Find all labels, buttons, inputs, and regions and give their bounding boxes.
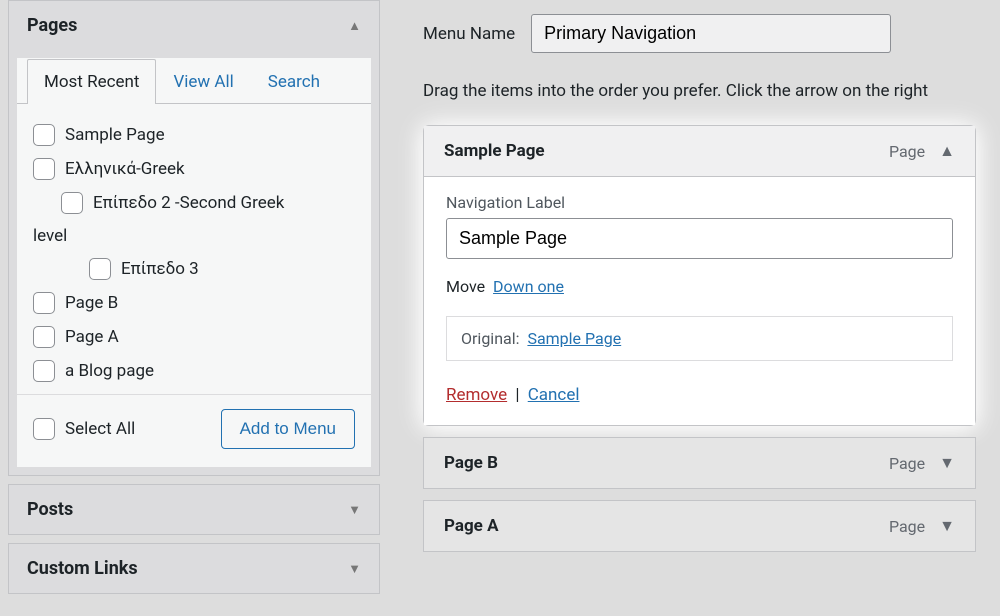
page-item: Επίπεδο 2 -Second Greek [33, 186, 355, 220]
page-item: Επίπεδο 3 [33, 252, 355, 286]
pages-tabs: Most Recent View All Search [17, 58, 371, 104]
collapse-down-icon: ▼ [348, 561, 361, 577]
metabox-custom-links: Custom Links ▼ [8, 543, 380, 594]
move-label: Move [446, 277, 485, 296]
page-label: Page A [65, 327, 119, 347]
menu-item-page-a[interactable]: Page A Page ▼ [423, 500, 976, 552]
select-all-checkbox[interactable] [33, 418, 55, 440]
pages-list: Sample Page Ελληνικά-Greek Επίπεδο 2 -Se… [17, 104, 371, 394]
metabox-pages-header[interactable]: Pages ▲ [9, 1, 379, 50]
collapse-up-icon: ▲ [348, 18, 361, 34]
page-checkbox[interactable] [33, 124, 55, 146]
page-item: Sample Page [33, 118, 355, 152]
tab-most-recent[interactable]: Most Recent [27, 59, 156, 104]
page-item: Page B [33, 286, 355, 320]
page-checkbox[interactable] [33, 360, 55, 382]
metabox-posts: Posts ▼ [8, 484, 380, 535]
collapse-up-icon: ▲ [939, 141, 955, 161]
metabox-posts-title: Posts [27, 499, 73, 520]
menu-name-row: Menu Name [423, 0, 1000, 71]
menu-item-sample-page[interactable]: Sample Page Page ▲ Navigation Label Move… [423, 125, 976, 426]
move-row: Move Down one [446, 277, 953, 296]
nav-label-title: Navigation Label [446, 193, 953, 212]
page-checkbox[interactable] [33, 158, 55, 180]
page-checkbox[interactable] [33, 326, 55, 348]
menu-item-title: Page B [444, 453, 498, 473]
page-label: Ελληνικά-Greek [65, 159, 185, 179]
menu-item-type-label: Page [889, 517, 925, 536]
original-link[interactable]: Sample Page [527, 329, 621, 348]
menu-item-type-label: Page [889, 142, 925, 161]
page-checkbox[interactable] [61, 192, 83, 214]
nav-label-input[interactable] [446, 218, 953, 259]
metabox-pages: Pages ▲ Most Recent View All Search Samp… [8, 0, 380, 476]
select-all-row: Select All [33, 418, 135, 440]
metabox-custom-links-header[interactable]: Custom Links ▼ [9, 544, 379, 593]
menu-name-label: Menu Name [423, 24, 515, 44]
page-item: a Blog page [33, 354, 355, 388]
page-item: Ελληνικά-Greek [33, 152, 355, 186]
page-label-continuation: level [33, 220, 355, 252]
page-label: Επίπεδο 2 -Second Greek [93, 193, 284, 213]
collapse-down-icon: ▼ [348, 502, 361, 518]
page-label: Επίπεδο 3 [121, 259, 199, 279]
collapse-down-icon: ▼ [939, 453, 955, 473]
add-to-menu-button[interactable]: Add to Menu [221, 409, 355, 449]
menu-item-type-wrap: Page ▼ [889, 453, 955, 473]
tab-view-all[interactable]: View All [156, 59, 250, 104]
metabox-custom-links-title: Custom Links [27, 558, 138, 579]
metabox-pages-footer: Select All Add to Menu [17, 394, 371, 467]
metabox-pages-title: Pages [27, 15, 77, 36]
tab-search[interactable]: Search [251, 59, 337, 104]
page-item: Page A [33, 320, 355, 354]
page-label: Sample Page [65, 125, 165, 145]
collapse-down-icon: ▼ [939, 516, 955, 536]
instructions-text: Drag the items into the order you prefer… [423, 71, 1000, 125]
move-down-one-link[interactable]: Down one [493, 277, 564, 296]
menu-item-header[interactable]: Page B Page ▼ [424, 438, 975, 488]
select-all-label: Select All [65, 419, 135, 439]
menu-item-page-b[interactable]: Page B Page ▼ [423, 437, 976, 489]
page-label: Page B [65, 293, 118, 313]
cancel-link[interactable]: Cancel [528, 385, 580, 405]
page-checkbox[interactable] [89, 258, 111, 280]
metabox-posts-header[interactable]: Posts ▼ [9, 485, 379, 534]
menu-name-input[interactable] [531, 14, 891, 53]
menu-item-header[interactable]: Sample Page Page ▲ [424, 126, 975, 177]
page-label: a Blog page [65, 361, 154, 381]
menu-item-header[interactable]: Page A Page ▼ [424, 501, 975, 551]
original-box: Original: Sample Page [446, 316, 953, 361]
separator: | [511, 385, 523, 405]
menu-item-title: Sample Page [444, 141, 545, 161]
menu-item-title: Page A [444, 516, 499, 536]
original-label: Original: [461, 329, 520, 348]
remove-link[interactable]: Remove [446, 385, 507, 405]
menu-item-type-wrap: Page ▼ [889, 516, 955, 536]
main-panel: Menu Name Drag the items into the order … [388, 0, 1000, 616]
page-checkbox[interactable] [33, 292, 55, 314]
menu-item-type-wrap: Page ▲ [889, 141, 955, 161]
menu-item-type-label: Page [889, 454, 925, 473]
menu-item-body: Navigation Label Move Down one Original:… [424, 177, 975, 425]
metabox-pages-body: Most Recent View All Search Sample Page … [17, 58, 371, 467]
menu-item-actions: Remove | Cancel [446, 385, 953, 405]
